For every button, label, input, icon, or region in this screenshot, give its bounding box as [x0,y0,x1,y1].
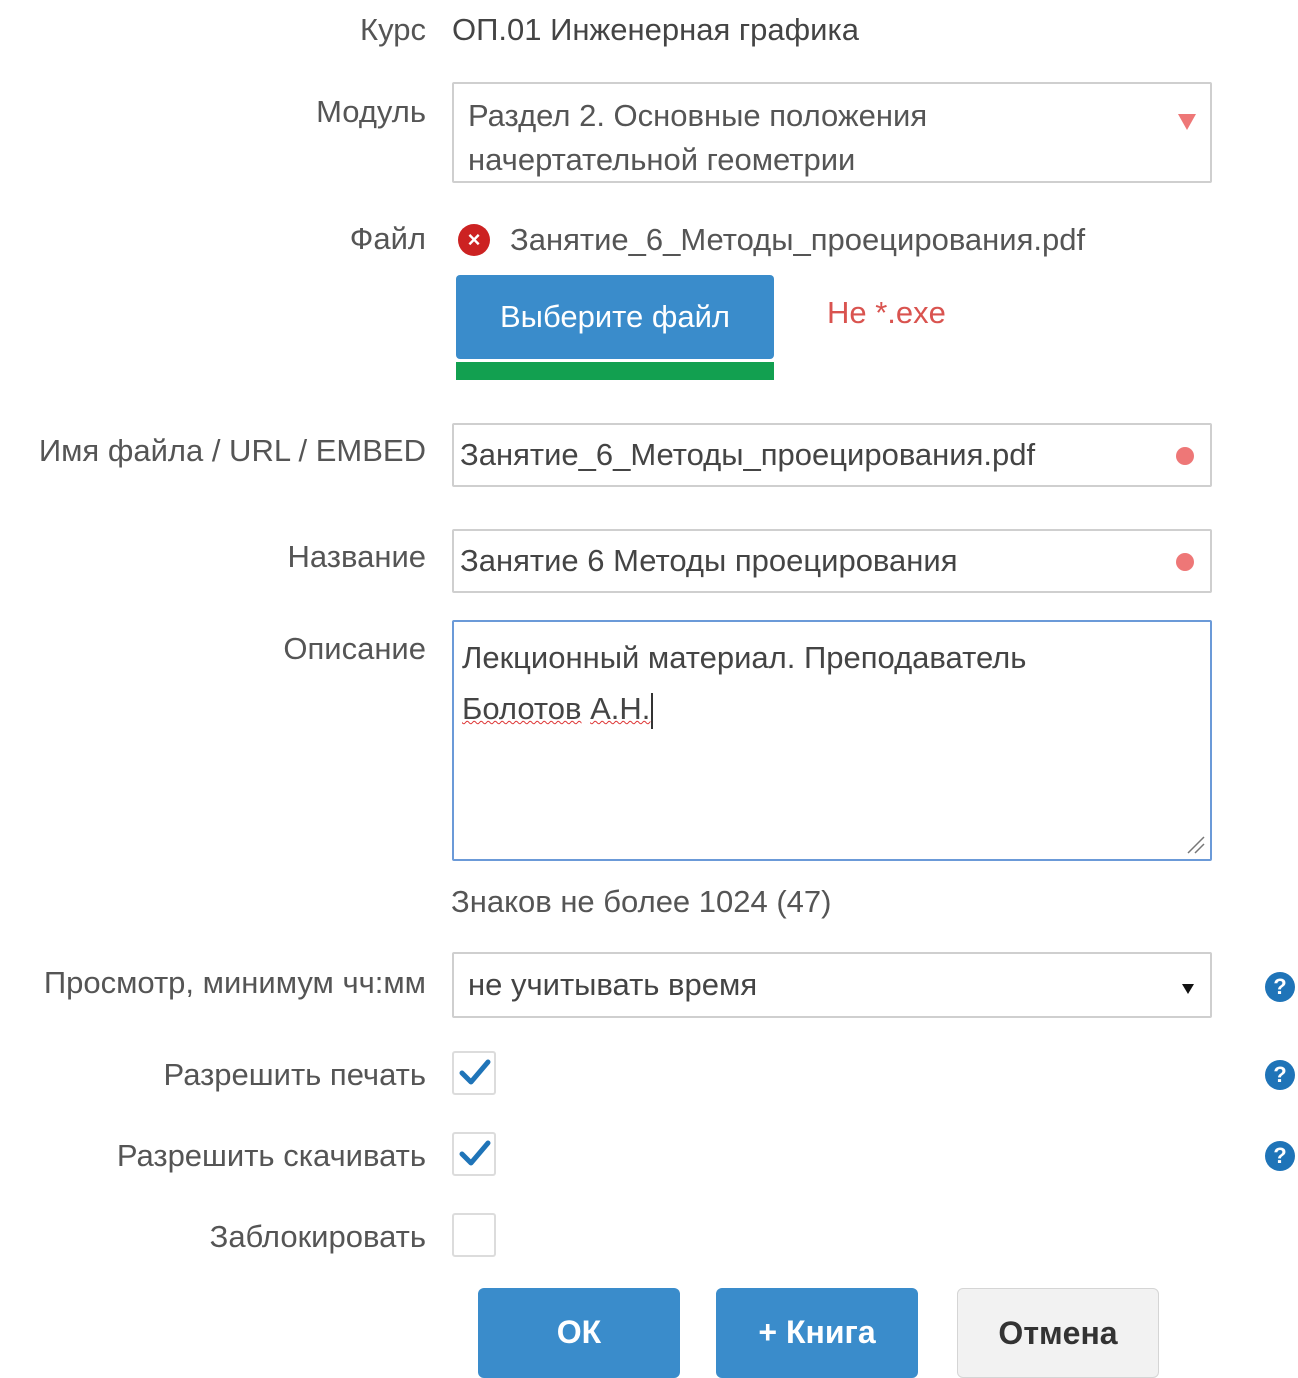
remove-file-icon[interactable]: × [458,224,490,256]
allow-print-checkbox[interactable] [452,1051,496,1095]
course-label: Курс [360,12,426,47]
resize-handle-icon[interactable] [1184,833,1206,855]
description-line2: Болотов А.Н. [462,683,1200,734]
file-type-restriction: Не *.exe [827,295,946,330]
selected-file: × Занятие_6_Методы_проецирования.pdf [458,220,1085,260]
cancel-button[interactable]: Отмена [957,1288,1159,1378]
chevron-down-icon [1182,984,1194,994]
course-value: ОП.01 Инженерная графика [452,12,859,47]
module-select[interactable]: Раздел 2. Основные положения начертатель… [452,82,1212,183]
module-label: Модуль [316,94,426,129]
description-textarea[interactable]: Лекционный материал. Преподаватель Болот… [452,620,1212,861]
title-label: Название [287,539,426,574]
selected-file-name: Занятие_6_Методы_проецирования.pdf [510,222,1086,257]
required-indicator-icon [1176,553,1194,571]
upload-progress-bar [456,362,774,380]
block-label: Заблокировать [209,1219,426,1254]
allow-download-label: Разрешить скачивать [116,1138,426,1173]
upload-progress-fill [456,362,774,380]
ok-button[interactable]: ОК [478,1288,680,1378]
description-line1: Лекционный материал. Преподаватель [462,640,1027,675]
help-icon[interactable]: ? [1265,1141,1295,1171]
required-indicator-icon [1176,447,1194,465]
checkmark-icon [459,1059,491,1085]
view-time-label: Просмотр, минимум чч:мм [43,965,426,1000]
allow-print-label: Разрешить печать [163,1057,426,1092]
module-value-line2: начертательной геометрии [468,142,856,177]
filename-value: Занятие_6_Методы_проецирования.pdf [460,437,1036,472]
help-icon[interactable]: ? [1265,1060,1295,1090]
filename-input[interactable]: Занятие_6_Методы_проецирования.pdf [452,423,1212,487]
block-checkbox[interactable] [452,1213,496,1257]
add-book-button[interactable]: + Книга [716,1288,918,1378]
description-word: А.Н. [590,691,651,726]
character-counter: Знаков не более 1024 (47) [451,884,832,919]
filename-label: Имя файла / URL / EMBED [38,433,426,468]
description-word: Болотов [462,691,582,726]
title-value: Занятие 6 Методы проецирования [460,543,958,578]
help-icon[interactable]: ? [1265,972,1295,1002]
text-caret [651,692,654,729]
description-label: Описание [283,631,426,666]
view-time-value: не учитывать время [468,967,758,1002]
title-input[interactable]: Занятие 6 Методы проецирования [452,529,1212,593]
choose-file-button[interactable]: Выберите файл [456,275,774,359]
allow-download-checkbox[interactable] [452,1132,496,1176]
checkmark-icon [459,1140,491,1166]
file-label: Файл [349,221,426,256]
dropdown-arrow-icon [1178,114,1196,130]
view-time-select[interactable]: не учитывать время [452,952,1212,1018]
module-value-line1: Раздел 2. Основные положения [468,98,928,133]
